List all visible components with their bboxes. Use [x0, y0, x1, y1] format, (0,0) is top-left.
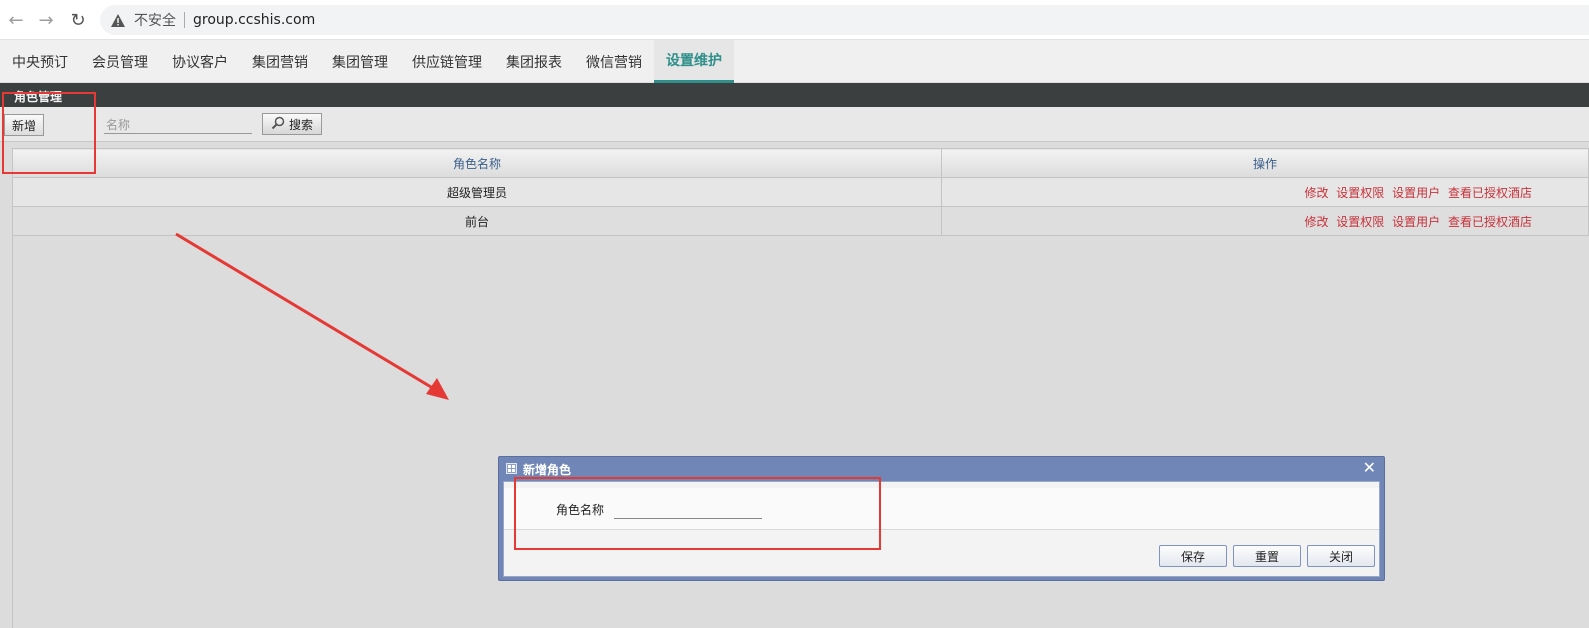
name-search-input[interactable] — [104, 116, 252, 134]
tab-group-management[interactable]: 集团管理 — [320, 40, 400, 83]
back-arrow-icon[interactable]: ← — [4, 8, 28, 32]
dialog-window-icon — [506, 463, 517, 474]
column-header-role-name[interactable]: 角色名称 — [12, 148, 942, 178]
role-name-cell: 前台 — [12, 206, 942, 236]
dialog-title: 新增角色 — [523, 463, 572, 477]
security-label: 不安全 — [134, 13, 176, 29]
save-button[interactable]: 保存 — [1159, 545, 1227, 567]
set-users-link[interactable]: 设置用户 — [1392, 215, 1440, 229]
edit-link[interactable]: 修改 — [1304, 215, 1328, 229]
table-row: 前台 修改 设置权限 设置用户 查看已授权酒店 — [12, 206, 1589, 236]
set-users-link[interactable]: 设置用户 — [1392, 186, 1440, 200]
tab-wechat-marketing[interactable]: 微信营销 — [574, 40, 654, 83]
close-icon[interactable]: ✕ — [1363, 458, 1376, 477]
set-permissions-link[interactable]: 设置权限 — [1336, 186, 1384, 200]
view-authorized-hotels-link[interactable]: 查看已授权酒店 — [1448, 215, 1532, 229]
actions-cell: 修改 设置权限 设置用户 查看已授权酒店 — [941, 206, 1589, 236]
role-table: 角色名称 操作 超级管理员 修改 设置权限 设置用户 查看已授权酒店 前台 修改… — [12, 148, 1589, 236]
annotation-box-add — [2, 92, 96, 174]
tab-member-management[interactable]: 会员管理 — [80, 40, 160, 83]
table-row: 超级管理员 修改 设置权限 设置用户 查看已授权酒店 — [12, 177, 1589, 207]
tab-group-marketing[interactable]: 集团营销 — [240, 40, 320, 83]
view-authorized-hotels-link[interactable]: 查看已授权酒店 — [1448, 186, 1532, 200]
reload-icon[interactable]: ↻ — [66, 8, 90, 32]
tab-agreement-customers[interactable]: 协议客户 — [160, 40, 240, 83]
browser-toolbar: ← → ↻ 不安全 group.ccshis.com — [0, 0, 1589, 40]
address-bar[interactable]: 不安全 group.ccshis.com — [100, 5, 1589, 35]
tab-supply-chain[interactable]: 供应链管理 — [400, 40, 494, 83]
tab-group-reports[interactable]: 集团报表 — [494, 40, 574, 83]
table-header-row: 角色名称 操作 — [12, 148, 1589, 178]
toolbar: 新增 搜索 — [0, 107, 1589, 142]
main-nav: 中央预订 会员管理 协议客户 集团营销 集团管理 供应链管理 集团报表 微信营销… — [0, 40, 1589, 83]
search-button-label: 搜索 — [288, 117, 313, 132]
url-text[interactable]: group.ccshis.com — [193, 12, 315, 28]
search-icon — [271, 116, 285, 133]
search-button[interactable]: 搜索 — [262, 113, 322, 135]
column-header-actions: 操作 — [941, 148, 1589, 178]
module-header: 角色管理 — [0, 83, 1589, 107]
tab-central-booking[interactable]: 中央预订 — [0, 40, 80, 83]
warning-icon — [110, 12, 126, 28]
reset-button[interactable]: 重置 — [1233, 545, 1301, 567]
actions-cell: 修改 设置权限 设置用户 查看已授权酒店 — [941, 177, 1589, 207]
set-permissions-link[interactable]: 设置权限 — [1336, 215, 1384, 229]
forward-arrow-icon[interactable]: → — [34, 8, 58, 32]
close-button[interactable]: 关闭 — [1307, 545, 1375, 567]
role-name-cell: 超级管理员 — [12, 177, 942, 207]
tab-settings[interactable]: 设置维护 — [654, 40, 734, 83]
address-separator — [184, 12, 185, 28]
annotation-box-role-name — [514, 477, 881, 550]
edit-link[interactable]: 修改 — [1304, 186, 1328, 200]
